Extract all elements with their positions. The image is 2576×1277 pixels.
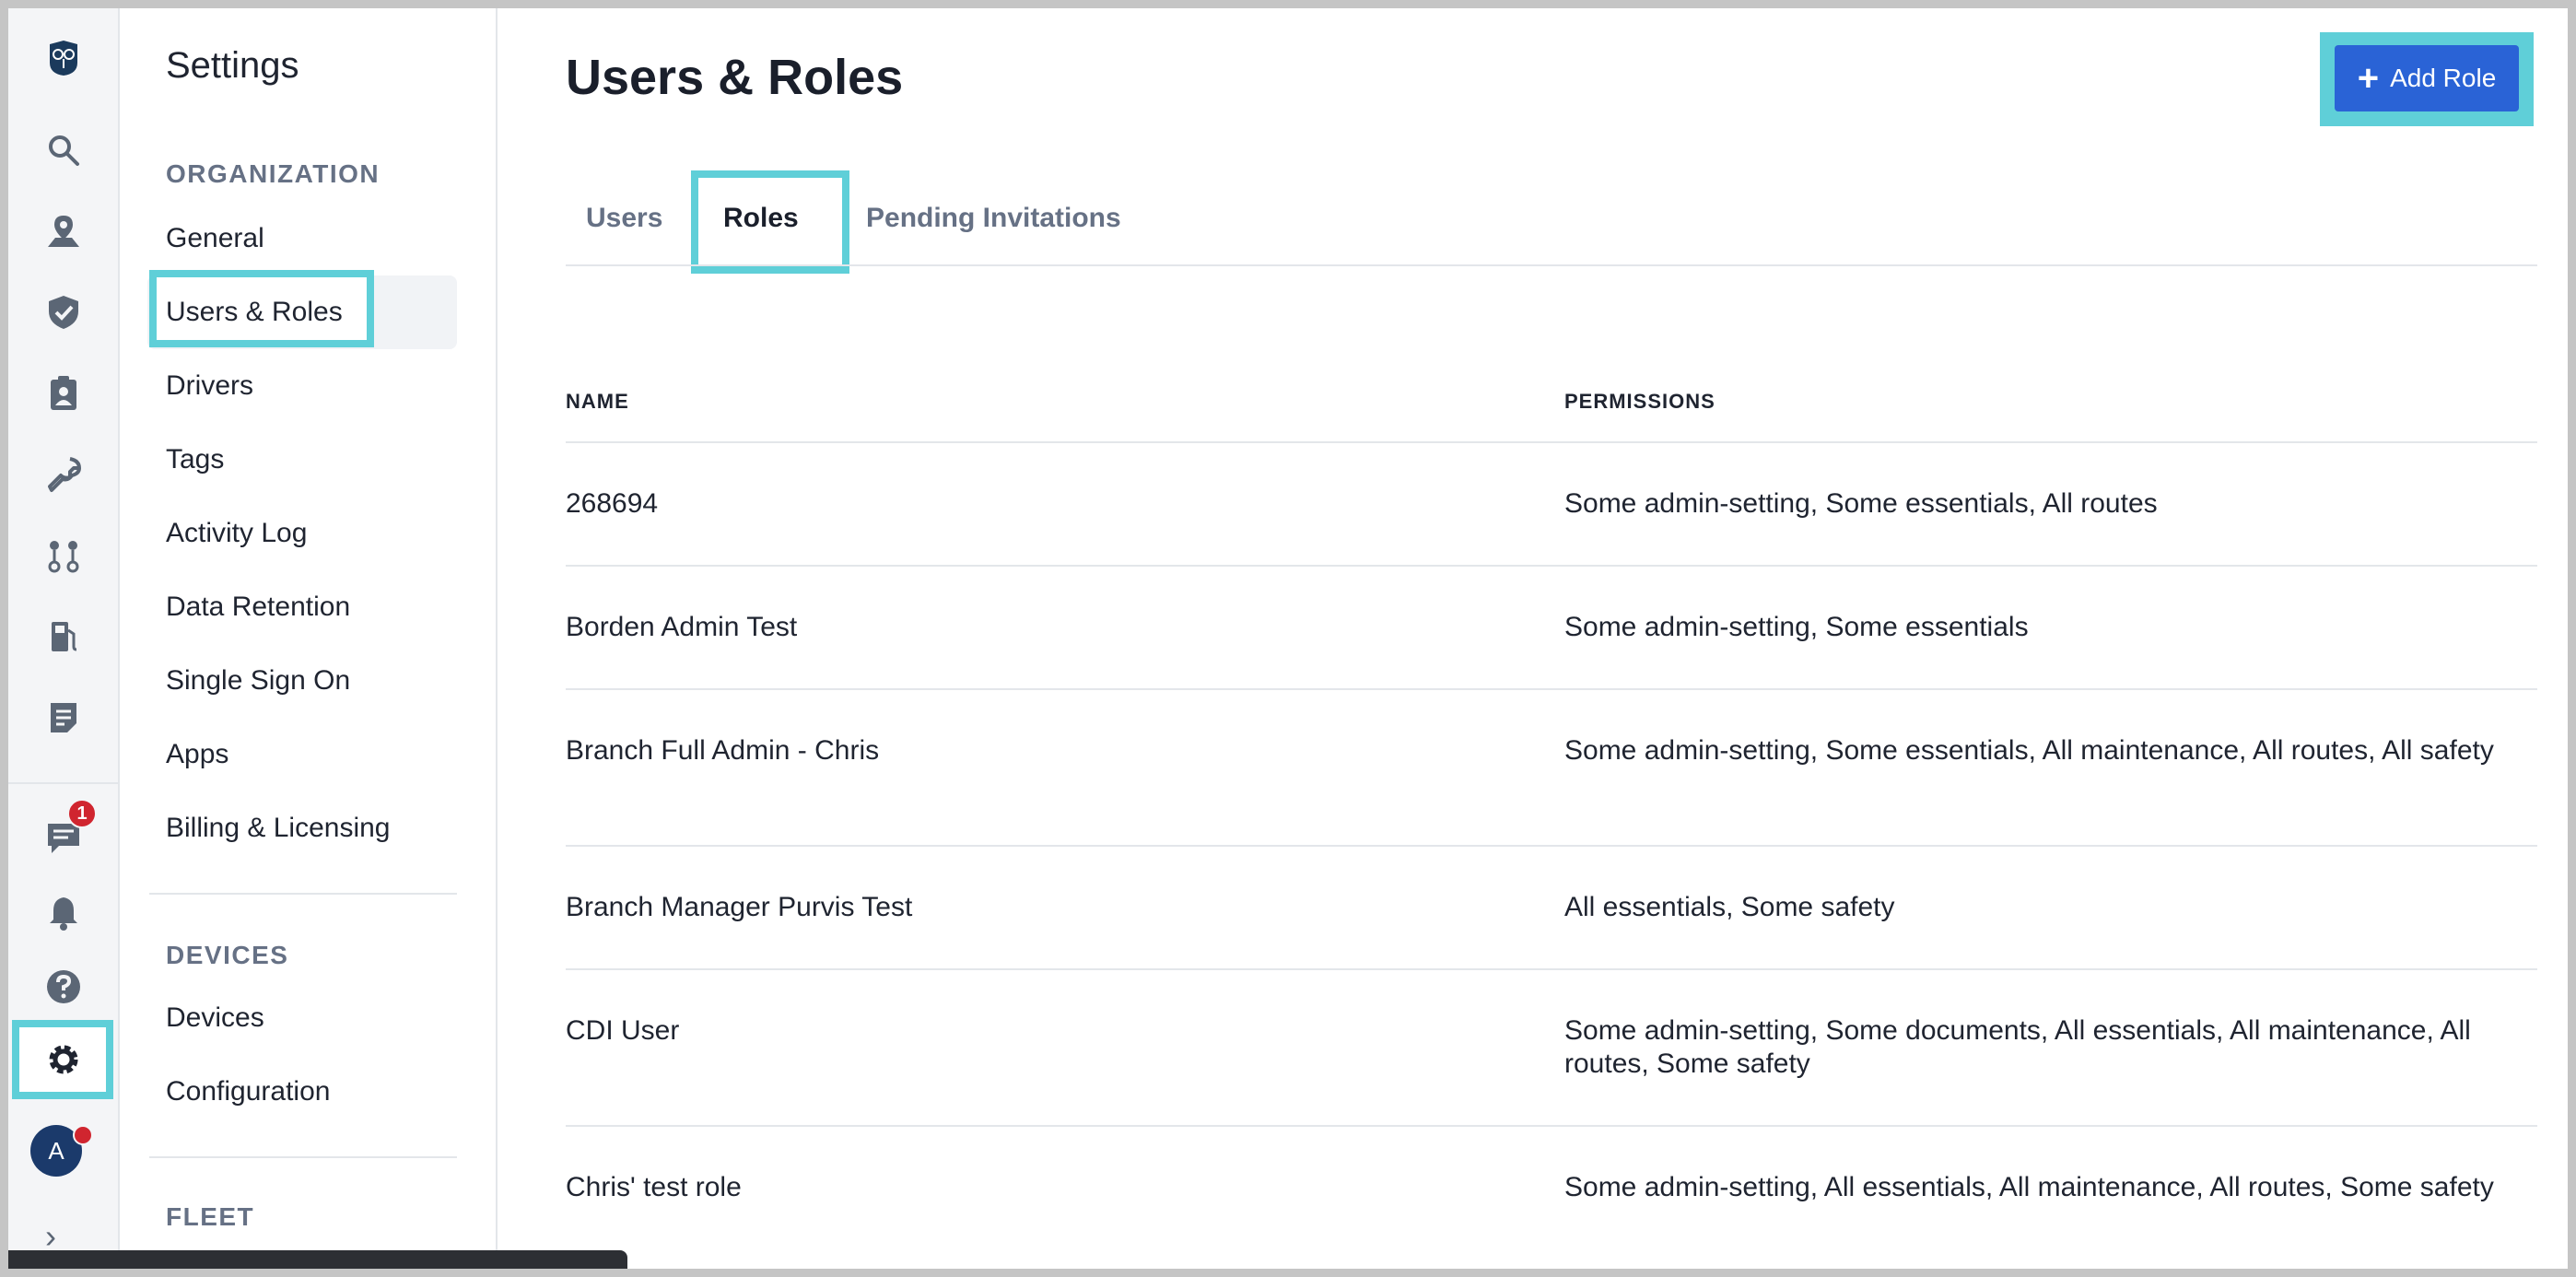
table-cell-name[interactable]: Branch Full Admin - Chris: [566, 734, 1487, 767]
table-cell-name[interactable]: CDI User: [566, 1014, 1487, 1048]
column-header-permissions: PERMISSIONS: [1564, 390, 1715, 413]
sidebar-item-data-retention[interactable]: Data Retention: [166, 587, 350, 627]
rail-divider: [8, 782, 120, 784]
sidebar-item-configuration[interactable]: Configuration: [166, 1072, 330, 1112]
route-icon[interactable]: [34, 526, 93, 585]
fuel-icon[interactable]: [34, 607, 93, 666]
sidebar-item-tags[interactable]: Tags: [166, 439, 224, 480]
table-divider: [566, 441, 2537, 443]
add-role-label: Add Role: [2390, 64, 2497, 92]
avatar-status-dot: [73, 1125, 93, 1145]
table-cell-permissions: Some admin-setting, Some essentials, All…: [1564, 735, 2494, 766]
table-row-divider: [566, 845, 2537, 847]
sidebar-divider: [149, 1156, 457, 1158]
table-cell-name[interactable]: Branch Manager Purvis Test: [566, 891, 1487, 924]
sidebar-item-general[interactable]: General: [166, 218, 264, 259]
help-icon[interactable]: [34, 957, 93, 1016]
sidebar-item-billing-licensing[interactable]: Billing & Licensing: [166, 808, 390, 849]
sidebar-item-users-roles[interactable]: Users & Roles: [166, 292, 343, 333]
section-heading-devices: DEVICES: [166, 941, 289, 969]
tab-roles[interactable]: Roles: [723, 193, 799, 244]
table-cell-name[interactable]: Chris' test role: [566, 1171, 1487, 1204]
icon-rail: 1 A ›: [8, 8, 120, 1269]
sidebar-item-single-sign-on[interactable]: Single Sign On: [166, 661, 350, 701]
sidebar-divider: [149, 893, 457, 895]
table-row-divider: [566, 1125, 2537, 1127]
sidebar-item-apps[interactable]: Apps: [166, 734, 228, 775]
plus-icon: +: [2357, 58, 2380, 99]
sidebar-item-activity-log[interactable]: Activity Log: [166, 513, 307, 554]
add-role-button[interactable]: + Add Role: [2335, 45, 2519, 111]
gear-icon[interactable]: [34, 1030, 93, 1089]
table-cell-permissions: Some admin-setting, Some documents, All …: [1564, 1015, 2471, 1079]
shield-icon[interactable]: [34, 283, 93, 342]
main-content: Users & Roles + Add Role Users Roles Pen…: [498, 8, 2568, 1269]
wrench-icon[interactable]: [34, 445, 93, 504]
sidebar-item-drivers[interactable]: Drivers: [166, 366, 253, 406]
tab-users[interactable]: Users: [586, 193, 662, 244]
table-cell-permissions: Some admin-setting, All essentials, All …: [1564, 1172, 2494, 1202]
sidebar-item-devices[interactable]: Devices: [166, 998, 264, 1038]
table-cell-name[interactable]: 268694: [566, 487, 1487, 521]
sidebar-title: Settings: [166, 45, 299, 86]
notification-badge: 1: [67, 799, 97, 828]
table-row-divider: [566, 968, 2537, 970]
tabs-divider: [566, 264, 2537, 266]
table-cell-permissions: Some admin-setting, Some essentials, All…: [1564, 488, 2158, 519]
page-title: Users & Roles: [566, 50, 904, 105]
tab-pending-invitations[interactable]: Pending Invitations: [866, 193, 1121, 244]
table-row-divider: [566, 688, 2537, 690]
column-header-name: NAME: [566, 390, 629, 413]
section-heading-fleet: FLEET: [166, 1202, 255, 1231]
table-cell-permissions: All essentials, Some safety: [1564, 892, 1895, 922]
section-heading-organization: ORGANIZATION: [166, 159, 381, 188]
bell-icon[interactable]: [34, 884, 93, 943]
settings-sidebar: Settings ORGANIZATION General Users & Ro…: [120, 8, 498, 1269]
app-window: 1 A › Settings ORGANIZATION General User…: [8, 8, 2568, 1269]
table-cell-permissions: Some admin-setting, Some essentials: [1564, 612, 2029, 642]
table-cell-name[interactable]: Borden Admin Test: [566, 611, 1487, 644]
owl-logo-icon[interactable]: [34, 29, 93, 88]
document-icon[interactable]: [34, 688, 93, 747]
search-icon[interactable]: [34, 121, 93, 180]
clipboard-user-icon[interactable]: [34, 364, 93, 423]
table-row-divider: [566, 565, 2537, 567]
map-pin-icon[interactable]: [34, 202, 93, 261]
